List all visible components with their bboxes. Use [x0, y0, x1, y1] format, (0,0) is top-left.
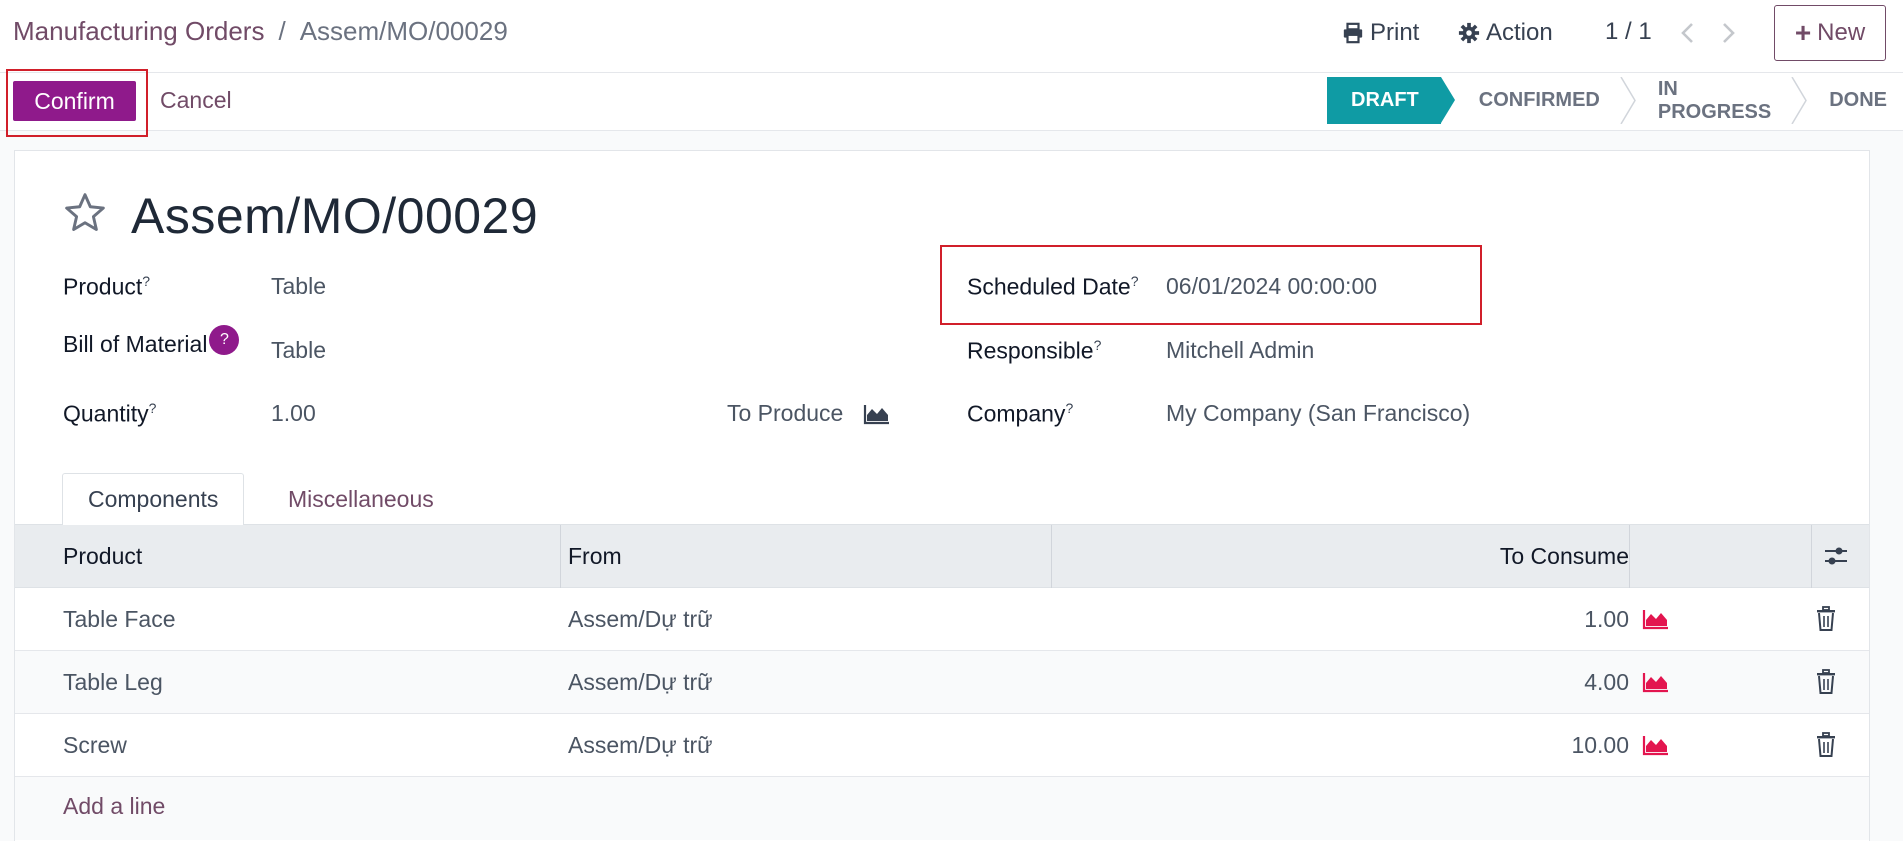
area-chart-icon[interactable]: [1642, 734, 1670, 756]
chevron-left-icon: [1681, 23, 1693, 43]
row-to-consume[interactable]: 4.00: [1584, 651, 1629, 714]
quantity-label: Quantity?: [63, 400, 157, 427]
stage-done-label: DONE: [1829, 89, 1888, 111]
status-row: Confirm Cancel DRAFT CONFIRMED IN PROGRE…: [0, 69, 1903, 137]
company-label: Company?: [967, 400, 1074, 427]
area-chart-icon[interactable]: [1642, 608, 1670, 630]
stage-separator: [1791, 77, 1808, 124]
breadcrumb-manufacturing-orders[interactable]: Manufacturing Orders: [13, 16, 264, 47]
tab-miscellaneous[interactable]: Miscellaneous: [263, 473, 459, 526]
plus-icon: +: [1794, 17, 1812, 48]
responsible-label: Responsible?: [967, 337, 1102, 364]
record-title: Assem/MO/00029: [131, 188, 539, 244]
chevron-right-icon: [1723, 23, 1735, 43]
product-field[interactable]: Table: [271, 273, 326, 300]
stage-in-progress[interactable]: IN PROGRESS: [1620, 77, 1791, 124]
print-label: Print: [1370, 19, 1420, 46]
trash-icon[interactable]: [1815, 732, 1837, 758]
help-bubble[interactable]: ?: [209, 325, 240, 355]
column-divider: [560, 525, 561, 588]
notebook-tabs: Components Miscellaneous: [15, 473, 1869, 526]
area-chart-icon[interactable]: [1642, 671, 1670, 693]
product-label: Product?: [63, 273, 151, 300]
table-header: Product From To Consume: [15, 525, 1869, 588]
control-panel: Manufacturing Orders / Assem/MO/00029 Pr…: [0, 0, 1903, 73]
add-line-row: Add a line: [15, 777, 1869, 840]
table-row[interactable]: Table Face Assem/Dự trữ 1.00: [15, 588, 1869, 651]
components-table: Product From To Consume Table Face Assem…: [15, 525, 1869, 840]
column-to-consume[interactable]: To Consume: [1500, 525, 1629, 588]
print-button[interactable]: Print: [1342, 18, 1419, 48]
action-label: Action: [1486, 19, 1553, 46]
pager-previous-button[interactable]: [1680, 20, 1696, 51]
print-icon: [1343, 22, 1363, 44]
column-divider: [1811, 525, 1812, 588]
pager-value[interactable]: 1 / 1: [1605, 18, 1652, 46]
breadcrumb-separator: /: [278, 16, 286, 46]
bom-field[interactable]: Table: [271, 337, 326, 364]
responsible-field[interactable]: Mitchell Admin: [1166, 337, 1314, 364]
status-bar: DRAFT CONFIRMED IN PROGRESS DONE: [1327, 77, 1903, 124]
table-row[interactable]: Table Leg Assem/Dự trữ 4.00: [15, 651, 1869, 714]
table-row[interactable]: Screw Assem/Dự trữ 10.00: [15, 714, 1869, 777]
column-from[interactable]: From: [568, 525, 622, 588]
column-product[interactable]: Product: [63, 525, 142, 588]
row-product[interactable]: Screw: [63, 714, 127, 777]
uom-label: To Produce: [727, 400, 844, 426]
new-button[interactable]: + New: [1774, 5, 1886, 61]
company-field[interactable]: My Company (San Francisco): [1166, 400, 1470, 427]
area-chart-icon[interactable]: [863, 403, 891, 425]
stage-separator: [1620, 77, 1636, 124]
star-icon[interactable]: [63, 191, 107, 235]
cancel-button[interactable]: Cancel: [160, 87, 232, 114]
stage-draft[interactable]: DRAFT: [1327, 77, 1455, 124]
breadcrumb: Manufacturing Orders / Assem/MO/00029: [13, 16, 508, 47]
breadcrumb-current: Assem/MO/00029: [299, 16, 508, 46]
scheduled-date-field[interactable]: 06/01/2024 00:00:00: [1166, 273, 1377, 300]
column-divider: [1629, 525, 1630, 588]
scheduled-date-label: Scheduled Date?: [967, 273, 1139, 300]
bom-label: Bill of Material?: [63, 325, 240, 358]
row-product[interactable]: Table Face: [63, 588, 176, 651]
row-from[interactable]: Assem/Dự trữ: [568, 588, 713, 651]
row-to-consume[interactable]: 1.00: [1584, 588, 1629, 651]
add-line-button[interactable]: Add a line: [63, 793, 165, 820]
form-sheet: Assem/MO/00029 Product? Table Bill of Ma…: [14, 150, 1870, 841]
quantity-field[interactable]: 1.00: [271, 400, 316, 427]
tab-components[interactable]: Components: [62, 473, 245, 526]
action-button[interactable]: Action: [1458, 18, 1553, 48]
row-to-consume[interactable]: 10.00: [1571, 714, 1629, 777]
row-product[interactable]: Table Leg: [63, 651, 163, 714]
confirm-button[interactable]: Confirm: [13, 81, 136, 121]
sliders-icon[interactable]: [1823, 543, 1849, 569]
stage-in-progress-label: IN PROGRESS: [1657, 77, 1772, 123]
stage-confirmed[interactable]: CONFIRMED: [1441, 77, 1620, 124]
row-from[interactable]: Assem/Dự trữ: [568, 714, 713, 777]
column-divider: [1051, 525, 1052, 588]
pager-next-button[interactable]: [1720, 20, 1736, 51]
trash-icon[interactable]: [1815, 669, 1837, 695]
new-label: New: [1817, 19, 1866, 46]
to-produce: To Produce: [727, 400, 891, 427]
stage-done[interactable]: DONE: [1791, 77, 1903, 124]
row-from[interactable]: Assem/Dự trữ: [568, 651, 713, 714]
trash-icon[interactable]: [1815, 606, 1837, 632]
gear-icon: [1458, 22, 1480, 44]
